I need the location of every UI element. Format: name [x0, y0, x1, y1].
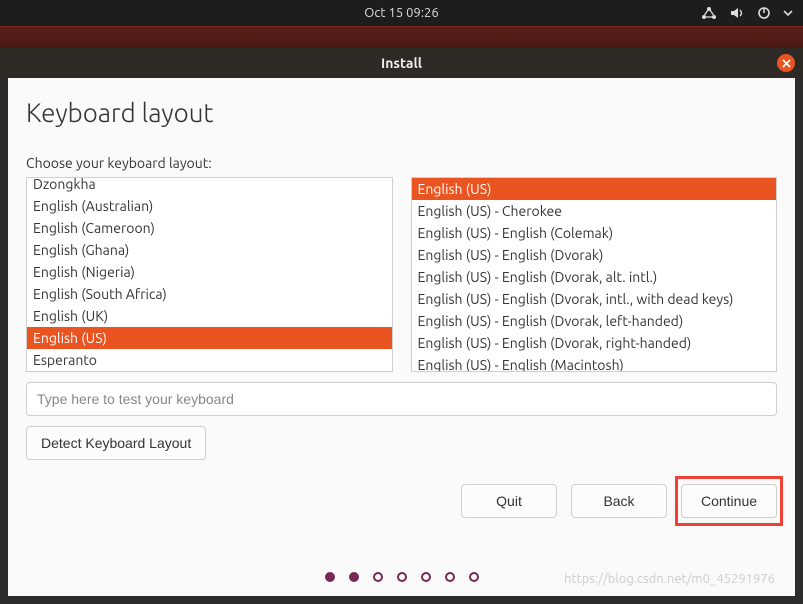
back-button[interactable]: Back	[571, 484, 667, 518]
network-icon[interactable]	[701, 6, 717, 20]
language-list-item[interactable]: English (South Africa)	[27, 283, 392, 305]
variant-list-item[interactable]: English (US) - English (Dvorak, right-ha…	[412, 332, 777, 354]
page-heading: Keyboard layout	[26, 98, 777, 127]
variant-list-item[interactable]: English (US) - English (Dvorak, alt. int…	[412, 266, 777, 288]
progress-dot	[445, 572, 455, 582]
language-list-item[interactable]: English (Nigeria)	[27, 261, 392, 283]
language-listbox[interactable]: DzongkhaEnglish (Australian)English (Cam…	[26, 177, 393, 372]
language-list-item[interactable]: English (UK)	[27, 305, 392, 327]
language-list-item[interactable]: English (US)	[27, 327, 392, 349]
power-icon[interactable]	[757, 6, 771, 20]
window-titlebar: Install	[0, 48, 803, 78]
progress-dots	[8, 572, 795, 582]
variant-list-item[interactable]: English (US) - Cherokee	[412, 200, 777, 222]
volume-icon[interactable]	[729, 6, 745, 20]
variant-list-item[interactable]: English (US) - English (Dvorak)	[412, 244, 777, 266]
chevron-down-icon[interactable]	[783, 6, 793, 20]
variant-list-item[interactable]: English (US) - English (Dvorak, left-han…	[412, 310, 777, 332]
language-list-item[interactable]: English (Cameroon)	[27, 217, 392, 239]
close-button[interactable]	[777, 54, 795, 72]
variant-list-item[interactable]: English (US) - English (Dvorak, intl., w…	[412, 288, 777, 310]
system-top-bar: Oct 15 09:26	[0, 0, 803, 26]
desktop-accent-strip	[0, 26, 803, 48]
keyboard-test-input[interactable]	[26, 382, 777, 416]
progress-dot	[421, 572, 431, 582]
choose-layout-prompt: Choose your keyboard layout:	[26, 155, 777, 171]
detect-layout-button[interactable]: Detect Keyboard Layout	[26, 426, 206, 460]
window-title: Install	[381, 55, 422, 71]
language-list-item[interactable]: English (Ghana)	[27, 239, 392, 261]
nav-button-row: Quit Back Continue	[26, 484, 777, 518]
progress-dot	[373, 572, 383, 582]
quit-button[interactable]: Quit	[461, 484, 557, 518]
progress-dot	[325, 572, 335, 582]
language-list-item[interactable]: Esperanto	[27, 349, 392, 371]
installer-page: Keyboard layout Choose your keyboard lay…	[8, 78, 795, 596]
progress-dot	[469, 572, 479, 582]
progress-dot	[349, 572, 359, 582]
variant-list-item[interactable]: English (US) - English (Macintosh)	[412, 354, 777, 372]
system-tray	[701, 6, 793, 20]
variant-list-item[interactable]: English (US)	[412, 178, 777, 200]
variant-listbox[interactable]: English (US)English (US) - CherokeeEngli…	[411, 177, 778, 372]
layout-lists-row: DzongkhaEnglish (Australian)English (Cam…	[26, 177, 777, 372]
continue-button[interactable]: Continue	[681, 484, 777, 518]
clock-label: Oct 15 09:26	[364, 6, 438, 20]
progress-dot	[397, 572, 407, 582]
variant-list-item[interactable]: English (US) - English (Colemak)	[412, 222, 777, 244]
language-list-item[interactable]: English (Australian)	[27, 195, 392, 217]
language-list-item[interactable]: Dzongkha	[27, 177, 392, 195]
